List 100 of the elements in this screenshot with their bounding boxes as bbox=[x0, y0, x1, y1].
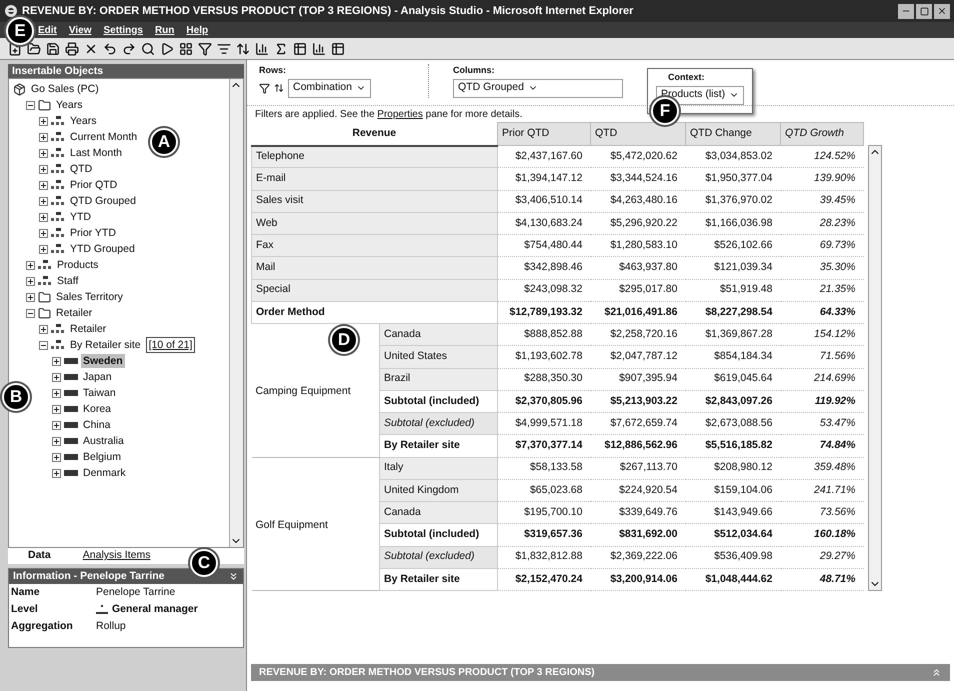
filter-icon[interactable] bbox=[198, 42, 212, 56]
row-header[interactable]: Special bbox=[252, 279, 498, 302]
tree-item[interactable]: Years bbox=[68, 114, 98, 128]
row-header[interactable]: Subtotal (included) bbox=[380, 390, 498, 412]
tree-item[interactable]: Australia bbox=[81, 434, 126, 448]
expand-icon[interactable] bbox=[52, 420, 61, 430]
row-header[interactable]: United Kingdom bbox=[380, 479, 498, 502]
search-icon[interactable] bbox=[141, 42, 155, 56]
table-icon[interactable] bbox=[293, 42, 307, 56]
expand-icon[interactable] bbox=[39, 116, 48, 126]
close-button[interactable] bbox=[934, 4, 950, 18]
expand-icon[interactable] bbox=[52, 356, 61, 366]
row-header[interactable]: By Retailer site bbox=[380, 568, 498, 590]
row-header[interactable]: Web bbox=[252, 212, 498, 234]
expand-icon[interactable] bbox=[39, 212, 48, 222]
expand-icon[interactable] bbox=[39, 180, 48, 190]
tree-item[interactable]: Staff bbox=[55, 274, 80, 288]
row-header[interactable]: Canada bbox=[380, 324, 498, 346]
member-count[interactable]: [10 of 21] bbox=[146, 337, 196, 353]
expand-icon[interactable] bbox=[52, 404, 61, 414]
table-icon[interactable] bbox=[331, 42, 345, 56]
collapse-icon[interactable] bbox=[26, 100, 35, 110]
tree-item[interactable]: China bbox=[81, 418, 112, 432]
collapse-icon[interactable] bbox=[26, 308, 35, 318]
context-dropdown[interactable]: Products (list) bbox=[656, 86, 744, 104]
sigma-icon[interactable] bbox=[274, 42, 288, 56]
row-header[interactable]: Subtotal (included) bbox=[380, 524, 498, 546]
column-header[interactable]: QTD bbox=[590, 122, 686, 146]
menu-item[interactable]: Help bbox=[186, 22, 208, 38]
row-header[interactable]: United States bbox=[380, 346, 498, 368]
open-icon[interactable] bbox=[27, 42, 41, 56]
tree-item[interactable]: Years bbox=[54, 98, 84, 112]
expand-icon[interactable] bbox=[39, 228, 48, 238]
redo-icon[interactable] bbox=[122, 42, 136, 56]
rows-dropdown[interactable]: Combination bbox=[288, 78, 371, 98]
tree-item[interactable]: By Retailer site bbox=[68, 338, 143, 352]
menu-item[interactable]: Settings bbox=[104, 22, 143, 38]
tree-item[interactable]: YTD bbox=[68, 210, 93, 224]
scrollbar[interactable] bbox=[229, 79, 243, 547]
expand-icon[interactable] bbox=[26, 292, 35, 302]
expand-icon[interactable] bbox=[39, 244, 48, 254]
bar-chart-icon[interactable] bbox=[312, 42, 326, 56]
expand-icon[interactable] bbox=[52, 436, 61, 446]
tree-item[interactable]: Retailer bbox=[68, 322, 108, 336]
tree-item[interactable]: Denmark bbox=[81, 466, 128, 480]
sort-icon[interactable] bbox=[236, 42, 250, 56]
row-header[interactable]: E-mail bbox=[252, 168, 498, 190]
tree-item[interactable]: Go Sales (PC) bbox=[29, 82, 101, 96]
column-header[interactable]: QTD Change bbox=[686, 122, 780, 146]
minimize-button[interactable] bbox=[898, 4, 914, 18]
tree-item[interactable]: Current Month bbox=[68, 130, 140, 144]
column-header[interactable]: Prior QTD bbox=[498, 122, 590, 146]
tree-item[interactable]: QTD Grouped bbox=[68, 194, 138, 208]
expand-icon[interactable] bbox=[39, 148, 48, 158]
tree-item[interactable]: Korea bbox=[81, 402, 114, 416]
expand-icon[interactable] bbox=[52, 372, 61, 382]
tree-item[interactable]: Sweden bbox=[81, 354, 125, 368]
tree-item[interactable]: Belgium bbox=[81, 450, 123, 464]
tree-item[interactable]: QTD bbox=[68, 162, 94, 176]
expand-icon[interactable] bbox=[26, 276, 35, 286]
tree-item[interactable]: Taiwan bbox=[81, 386, 118, 400]
expand-icon[interactable] bbox=[52, 452, 61, 462]
tree-item[interactable]: Prior YTD bbox=[68, 226, 118, 240]
list-filter-icon[interactable] bbox=[217, 42, 231, 56]
column-header[interactable]: QTD Growth bbox=[780, 122, 864, 146]
tree-item[interactable]: Prior QTD bbox=[68, 178, 120, 192]
pane-tab[interactable]: Data bbox=[28, 548, 51, 564]
expand-icon[interactable] bbox=[52, 468, 61, 478]
menu-item[interactable]: View bbox=[68, 22, 92, 38]
save-icon[interactable] bbox=[46, 42, 60, 56]
properties-link[interactable]: Properties bbox=[377, 108, 423, 120]
tree-item[interactable]: Retailer bbox=[54, 306, 94, 320]
expand-icon[interactable] bbox=[26, 260, 35, 270]
row-header[interactable]: Fax bbox=[252, 234, 498, 257]
row-header[interactable]: By Retailer site bbox=[380, 434, 498, 457]
tree-item[interactable]: YTD Grouped bbox=[68, 242, 137, 256]
play-icon[interactable] bbox=[160, 42, 174, 56]
pane-tab[interactable]: Analysis Items bbox=[82, 548, 150, 564]
expand-icon[interactable] bbox=[52, 388, 61, 398]
row-header[interactable]: Canada bbox=[380, 502, 498, 524]
scrollbar[interactable] bbox=[868, 145, 882, 591]
row-header[interactable]: Subtotal (excluded) bbox=[380, 412, 498, 435]
row-header[interactable]: Subtotal (excluded) bbox=[380, 546, 498, 568]
tree-item[interactable]: Last Month bbox=[68, 146, 124, 160]
tree-item[interactable]: Japan bbox=[81, 370, 114, 384]
collapse-icon[interactable] bbox=[228, 571, 239, 582]
expand-icon[interactable] bbox=[39, 164, 48, 174]
row-header[interactable]: Brazil bbox=[380, 368, 498, 390]
grid-icon[interactable] bbox=[179, 42, 193, 56]
bar-chart-icon[interactable] bbox=[255, 42, 269, 56]
print-icon[interactable] bbox=[65, 42, 79, 56]
undo-icon[interactable] bbox=[103, 42, 117, 56]
row-header[interactable]: Italy bbox=[380, 457, 498, 480]
menu-item[interactable]: Run bbox=[154, 22, 174, 38]
menu-item[interactable]: Edit bbox=[38, 22, 57, 38]
row-header[interactable]: Telephone bbox=[252, 146, 498, 168]
collapse-icon[interactable] bbox=[39, 340, 48, 350]
columns-dropdown[interactable]: QTD Grouped bbox=[453, 78, 623, 98]
expand-icon[interactable] bbox=[39, 324, 48, 334]
tree-item[interactable]: Sales Territory bbox=[54, 290, 125, 304]
